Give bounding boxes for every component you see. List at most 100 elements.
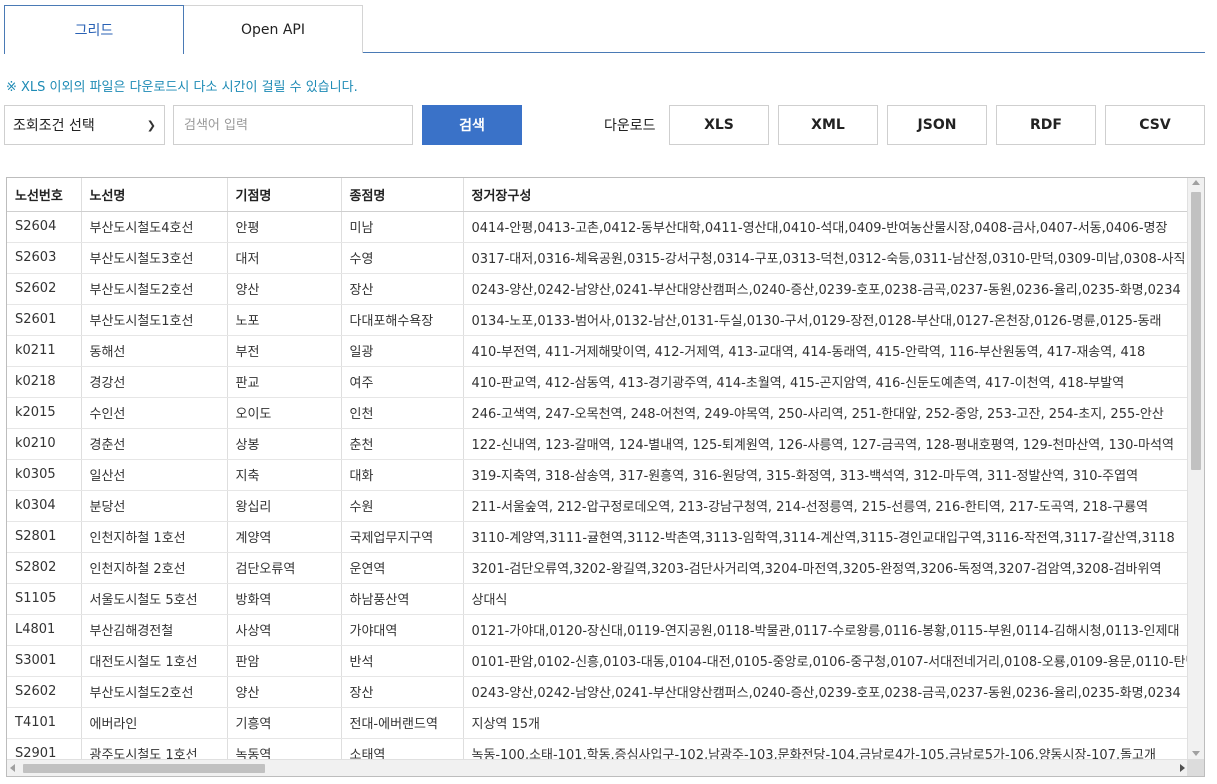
table-row[interactable]: S2602 부산도시철도2호선 양산 장산 0243-양산,0242-남양산,0241-… xyxy=(7,676,1188,708)
search-condition-select[interactable]: 조회조건 선택 ❯ xyxy=(4,105,165,145)
table-row[interactable]: k0218 경강선 판교 여주 410-판교역, 412-삼동역, 413-경기광주역,… xyxy=(7,366,1188,398)
column-header-start-station[interactable]: 기점명 xyxy=(227,178,342,212)
table-row[interactable]: k0304 분당선 왕십리 수원 211-서울숲역, 212-압구정로데오역, 213-… xyxy=(7,490,1188,522)
cell-start-station: 계양역 xyxy=(227,521,342,553)
vertical-scrollbar[interactable] xyxy=(1187,178,1204,760)
column-header-end-station[interactable]: 종점명 xyxy=(341,178,464,212)
cell-station-list: 211-서울숲역, 212-압구정로데오역, 213-강남구청역, 214-선정… xyxy=(463,490,1188,522)
cell-end-station: 대화 xyxy=(341,459,464,491)
column-header-route-id[interactable]: 노선번호 xyxy=(7,178,82,212)
cell-route-name: 경춘선 xyxy=(81,428,228,460)
cell-route-id: k0210 xyxy=(7,428,82,460)
cell-route-name: 광주도시철도 1호선 xyxy=(81,738,228,760)
cell-end-station: 수영 xyxy=(341,242,464,274)
cell-end-station: 일광 xyxy=(341,335,464,367)
cell-route-name: 경강선 xyxy=(81,366,228,398)
cell-end-station: 장산 xyxy=(341,676,464,708)
cell-end-station: 여주 xyxy=(341,366,464,398)
cell-end-station: 반석 xyxy=(341,645,464,677)
cell-route-name: 부산도시철도2호선 xyxy=(81,273,228,305)
cell-end-station: 하남풍산역 xyxy=(341,583,464,615)
cell-route-name: 부산김해경전철 xyxy=(81,614,228,646)
table-row[interactable]: S2801 인천지하철 1호선 계양역 국제업무지구역 3110-계양역,3111-귤현… xyxy=(7,521,1188,553)
cell-route-id: S2602 xyxy=(7,273,82,305)
cell-route-name: 수인선 xyxy=(81,397,228,429)
table-row[interactable]: S2802 인천지하철 2호선 검단오류역 운연역 3201-검단오류역,3202-왕길… xyxy=(7,552,1188,584)
cell-route-name: 부산도시철도1호선 xyxy=(81,304,228,336)
cell-start-station: 양산 xyxy=(227,676,342,708)
cell-end-station: 다대포해수욕장 xyxy=(341,304,464,336)
cell-route-id: k0218 xyxy=(7,366,82,398)
scroll-up-icon[interactable] xyxy=(1192,180,1200,185)
cell-route-name: 대전도시철도 1호선 xyxy=(81,645,228,677)
cell-station-list: 3201-검단오류역,3202-왕길역,3203-검단사거리역,3204-마전역… xyxy=(463,552,1188,584)
table-row[interactable]: k0305 일산선 지축 대화 319-지축역, 318-삼송역, 317-원흥역, 3… xyxy=(7,459,1188,491)
cell-route-name: 인천지하철 2호선 xyxy=(81,552,228,584)
table-row[interactable]: S2601 부산도시철도1호선 노포 다대포해수욕장 0134-노포,0133-범어사,… xyxy=(7,304,1188,336)
cell-start-station: 대저 xyxy=(227,242,342,274)
cell-station-list: 410-부전역, 411-거제해맞이역, 412-거제역, 413-교대역, 4… xyxy=(463,335,1188,367)
table-row[interactable]: k2015 수인선 오이도 인천 246-고색역, 247-오목천역, 248-어천역,… xyxy=(7,397,1188,429)
cell-end-station: 운연역 xyxy=(341,552,464,584)
download-csv-button[interactable]: CSV xyxy=(1105,105,1205,145)
download-rdf-button[interactable]: RDF xyxy=(996,105,1096,145)
horizontal-scroll-thumb[interactable] xyxy=(23,764,265,773)
cell-route-id: S1105 xyxy=(7,583,82,615)
cell-route-id: S2604 xyxy=(7,211,82,243)
table-row[interactable]: S3001 대전도시철도 1호선 판암 반석 0101-판암,0102-신흥,0103-… xyxy=(7,645,1188,677)
cell-end-station: 소태역 xyxy=(341,738,464,760)
table-row[interactable]: S2901 광주도시철도 1호선 녹동역 소태역 녹동-100,소태-101,학동.증심… xyxy=(7,738,1188,760)
table-row[interactable]: S2604 부산도시철도4호선 안평 미남 0414-안평,0413-고촌,0412-동… xyxy=(7,211,1188,243)
cell-route-id: T4101 xyxy=(7,707,82,739)
search-input[interactable] xyxy=(173,105,413,145)
download-xls-button[interactable]: XLS xyxy=(669,105,769,145)
cell-start-station: 상봉 xyxy=(227,428,342,460)
search-button[interactable]: 검색 xyxy=(422,105,522,145)
cell-station-list: 0317-대저,0316-체육공원,0315-강서구청,0314-구포,0313… xyxy=(463,242,1188,274)
scroll-down-icon[interactable] xyxy=(1192,751,1200,756)
vertical-scroll-thumb[interactable] xyxy=(1191,192,1201,470)
cell-start-station: 사상역 xyxy=(227,614,342,646)
table-body: S2604 부산도시철도4호선 안평 미남 0414-안평,0413-고촌,0412-동… xyxy=(7,211,1188,760)
cell-route-name: 서울도시철도 5호선 xyxy=(81,583,228,615)
cell-station-list: 지상역 15개 xyxy=(463,707,1188,739)
table-row[interactable]: k0210 경춘선 상봉 춘천 122-신내역, 123-갈매역, 124-별내역, 1… xyxy=(7,428,1188,460)
download-notice: ※ XLS 이외의 파일은 다운로드시 다소 시간이 걸릴 수 있습니다. xyxy=(6,80,358,95)
horizontal-scrollbar[interactable] xyxy=(7,759,1188,776)
cell-route-name: 부산도시철도2호선 xyxy=(81,676,228,708)
table-header-row: 노선번호 노선명 기점명 종점명 정거장구성 xyxy=(7,178,1188,212)
cell-end-station: 수원 xyxy=(341,490,464,522)
table-row[interactable]: S2603 부산도시철도3호선 대저 수영 0317-대저,0316-체육공원,0315… xyxy=(7,242,1188,274)
tab-grid[interactable]: 그리드 xyxy=(4,5,184,54)
cell-route-id: S3001 xyxy=(7,645,82,677)
table-row[interactable]: T4101 에버라인 기흥역 전대-에버랜드역 지상역 15개 xyxy=(7,707,1188,739)
cell-start-station: 기흥역 xyxy=(227,707,342,739)
cell-route-name: 동해선 xyxy=(81,335,228,367)
download-json-button[interactable]: JSON xyxy=(887,105,987,145)
cell-station-list: 0243-양산,0242-남양산,0241-부산대양산캠퍼스,0240-증산,0… xyxy=(463,273,1188,305)
table-row[interactable]: L4801 부산김해경전철 사상역 가야대역 0121-가야대,0120-장신대,011… xyxy=(7,614,1188,646)
cell-start-station: 판암 xyxy=(227,645,342,677)
scroll-left-icon[interactable] xyxy=(10,764,15,772)
cell-start-station: 부전 xyxy=(227,335,342,367)
table-row[interactable]: S2602 부산도시철도2호선 양산 장산 0243-양산,0242-남양산,0241-… xyxy=(7,273,1188,305)
cell-start-station: 판교 xyxy=(227,366,342,398)
download-xml-button[interactable]: XML xyxy=(778,105,878,145)
grid-viewport: 노선번호 노선명 기점명 종점명 정거장구성 S2604 부산도시철도4호선 안평 미… xyxy=(7,178,1188,760)
table-row[interactable]: k0211 동해선 부전 일광 410-부전역, 411-거제해맞이역, 412-거제역… xyxy=(7,335,1188,367)
cell-route-id: k0211 xyxy=(7,335,82,367)
scroll-right-icon[interactable] xyxy=(1180,764,1185,772)
tab-open-api[interactable]: Open API xyxy=(183,5,363,53)
column-header-route-name[interactable]: 노선명 xyxy=(81,178,228,212)
cell-route-id: S2801 xyxy=(7,521,82,553)
cell-route-id: S2901 xyxy=(7,738,82,760)
table-row[interactable]: S1105 서울도시철도 5호선 방화역 하남풍산역 상대식 xyxy=(7,583,1188,615)
cell-station-list: 0101-판암,0102-신흥,0103-대동,0104-대전,0105-중앙로… xyxy=(463,645,1188,677)
cell-station-list: 3110-계양역,3111-귤현역,3112-박촌역,3113-임학역,3114… xyxy=(463,521,1188,553)
cell-station-list: 0243-양산,0242-남양산,0241-부산대양산캠퍼스,0240-증산,0… xyxy=(463,676,1188,708)
search-toolbar: 조회조건 선택 ❯ 검색 다운로드 XLS XML JSON RDF CSV xyxy=(4,105,1205,145)
download-label: 다운로드 xyxy=(604,118,656,134)
cell-route-name: 분당선 xyxy=(81,490,228,522)
column-header-station-list[interactable]: 정거장구성 xyxy=(463,178,1188,212)
cell-start-station: 노포 xyxy=(227,304,342,336)
